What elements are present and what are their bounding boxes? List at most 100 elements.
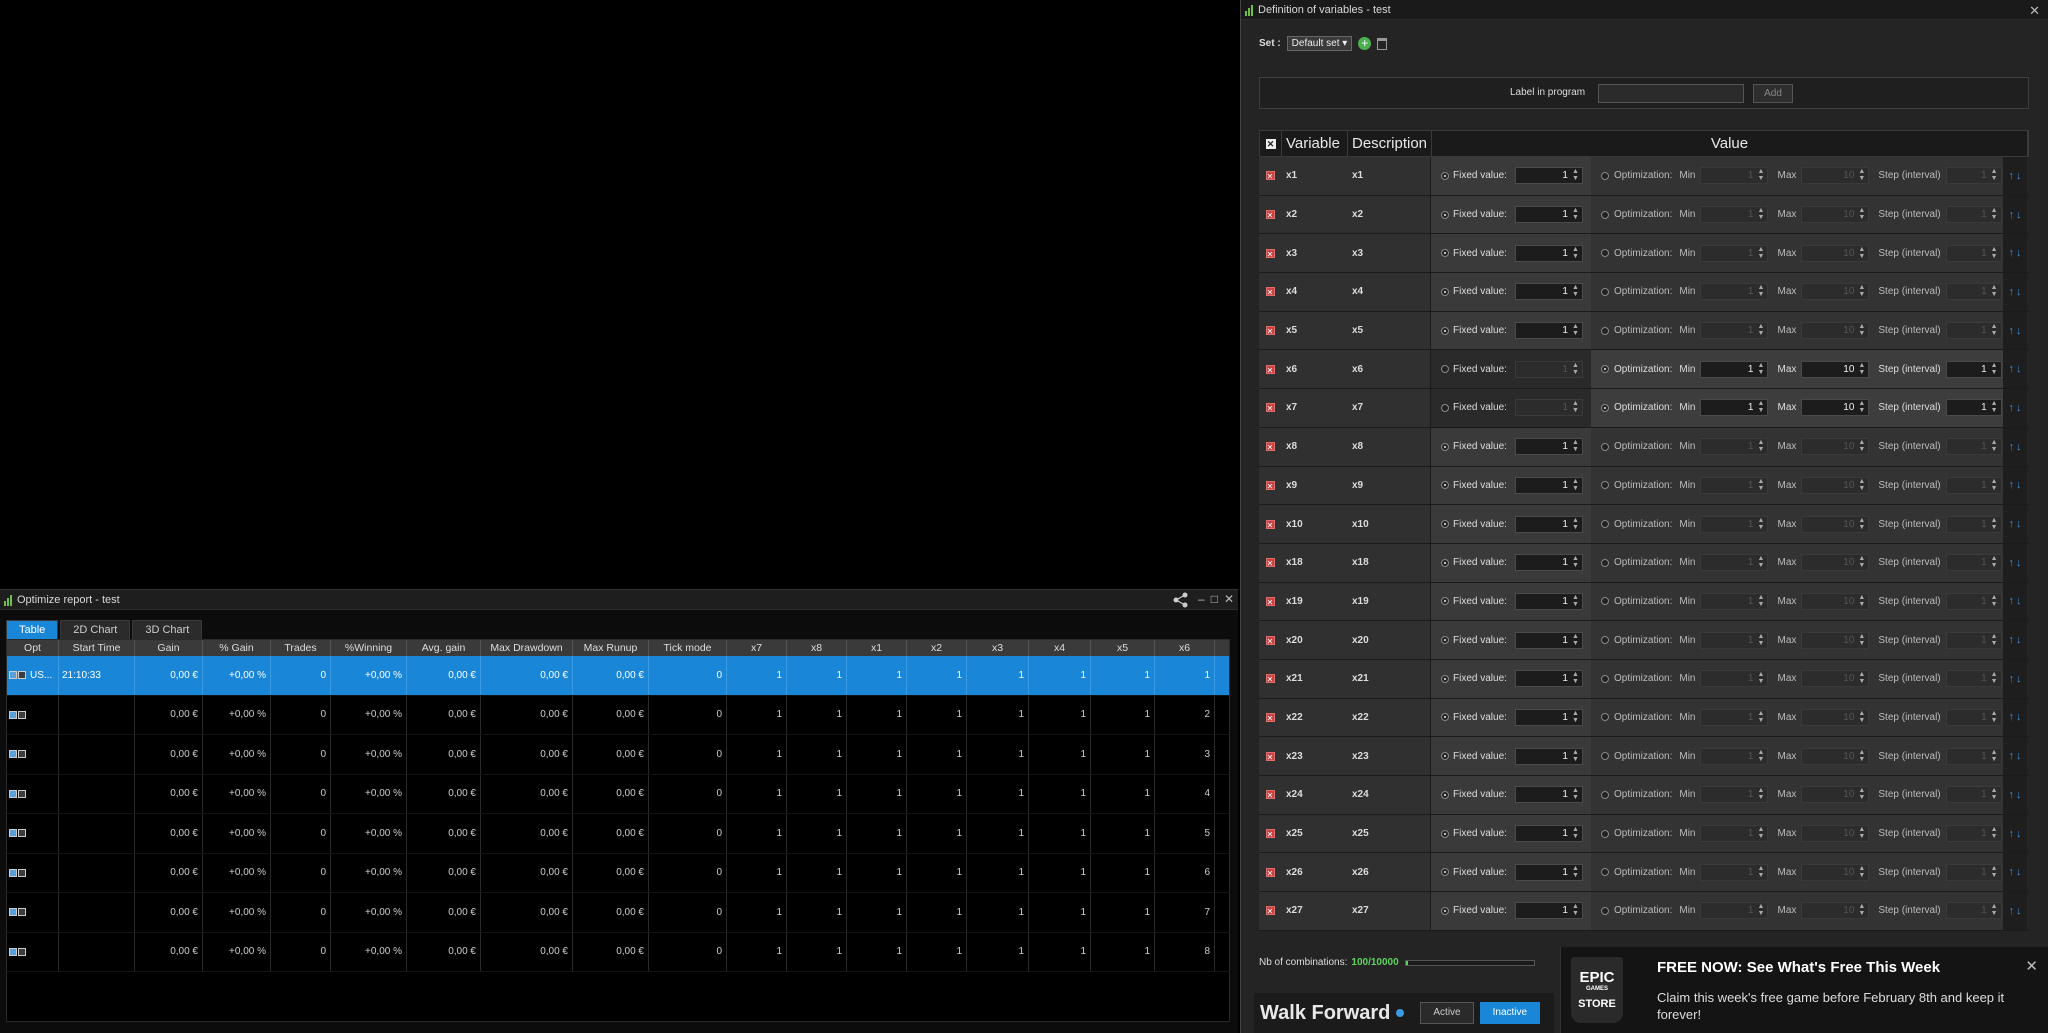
column-header[interactable]: Start Time <box>59 640 135 656</box>
fixed-value-radio[interactable] <box>1441 520 1449 529</box>
variable-description[interactable]: x21 <box>1347 659 1431 698</box>
walk-forward-active-button[interactable]: Active <box>1420 1002 1474 1024</box>
step-input[interactable]: 1 ▲ ▼ <box>1945 244 2002 262</box>
spinner-icon[interactable]: ▲ ▼ <box>1570 284 1581 299</box>
optimization-radio[interactable] <box>1601 713 1609 722</box>
spinner-icon[interactable]: ▲ ▼ <box>1989 865 2000 880</box>
spinner-icon[interactable]: ▲ ▼ <box>1856 671 1867 686</box>
spinner-icon[interactable]: ▲ ▼ <box>1570 439 1581 454</box>
move-up-icon[interactable]: ↑ <box>2009 866 2015 878</box>
fixed-value-radio[interactable] <box>1441 326 1449 335</box>
spinner-icon[interactable]: ▲ ▼ <box>1755 787 1766 802</box>
spinner-icon[interactable]: ▲ ▼ <box>1755 168 1766 183</box>
spinner-icon[interactable]: ▲ ▼ <box>1755 710 1766 725</box>
fixed-value-radio[interactable] <box>1441 403 1449 412</box>
min-input[interactable]: 1 ▲ ▼ <box>1700 322 1769 340</box>
fixed-value-radio[interactable] <box>1441 210 1449 219</box>
step-input[interactable]: 1 ▲ ▼ <box>1945 322 2002 340</box>
max-input[interactable]: 10 ▲ ▼ <box>1801 438 1870 456</box>
spinner-icon[interactable]: ▲ ▼ <box>1989 362 2000 377</box>
min-input[interactable]: 1 ▲ ▼ <box>1700 399 1769 417</box>
spinner-icon[interactable]: ▲ ▼ <box>1856 284 1867 299</box>
column-header[interactable]: Avg. gain <box>407 640 481 656</box>
variable-description[interactable]: x22 <box>1347 698 1431 737</box>
optimization-radio[interactable] <box>1601 636 1609 645</box>
fixed-value-input[interactable]: 1 ▲ ▼ <box>1514 167 1583 185</box>
move-down-icon[interactable]: ↓ <box>2016 209 2022 221</box>
delete-variable-icon[interactable]: ✕ <box>1265 712 1275 723</box>
min-input[interactable]: 1 ▲ ▼ <box>1700 631 1769 649</box>
table-row[interactable]: 0,00 € +0,00 % 0 +0,00 % 0,00 €0,00 €0,00 €0… <box>7 695 1229 735</box>
spinner-icon[interactable]: ▲ ▼ <box>1755 671 1766 686</box>
max-input[interactable]: 10 ▲ ▼ <box>1801 360 1870 378</box>
table-row[interactable]: 0,00 € +0,00 % 0 +0,00 % 0,00 €0,00 €0,00 €0… <box>7 774 1229 814</box>
step-input[interactable]: 1 ▲ ▼ <box>1945 206 2002 224</box>
move-up-icon[interactable]: ↑ <box>2009 402 2015 414</box>
max-input[interactable]: 10 ▲ ▼ <box>1801 670 1870 688</box>
maximize-icon[interactable]: □ <box>1211 592 1218 606</box>
move-down-icon[interactable]: ↓ <box>2016 595 2022 607</box>
variable-description[interactable]: x27 <box>1347 892 1431 930</box>
delete-variable-icon[interactable]: ✕ <box>1265 519 1275 530</box>
optimization-radio[interactable] <box>1601 906 1609 915</box>
step-input[interactable]: 1 ▲ ▼ <box>1945 786 2002 804</box>
min-input[interactable]: 1 ▲ ▼ <box>1700 167 1769 185</box>
fixed-value-radio[interactable] <box>1441 558 1449 567</box>
min-input[interactable]: 1 ▲ ▼ <box>1700 786 1769 804</box>
spinner-icon[interactable]: ▲ ▼ <box>1856 826 1867 841</box>
fixed-value-radio[interactable] <box>1441 597 1449 606</box>
max-input[interactable]: 10 ▲ ▼ <box>1801 476 1870 494</box>
spinner-icon[interactable]: ▲ ▼ <box>1755 439 1766 454</box>
fixed-value-input[interactable]: 1 ▲ ▼ <box>1514 708 1583 726</box>
move-down-icon[interactable]: ↓ <box>2016 711 2022 723</box>
fixed-value-radio[interactable] <box>1441 249 1449 258</box>
delete-variable-icon[interactable]: ✕ <box>1265 210 1275 220</box>
min-input[interactable]: 1 ▲ ▼ <box>1700 206 1769 224</box>
fixed-value-input[interactable]: 1 ▲ ▼ <box>1514 244 1583 262</box>
spinner-icon[interactable]: ▲ ▼ <box>1570 787 1581 802</box>
move-up-icon[interactable]: ↑ <box>2009 711 2015 723</box>
fixed-value-radio[interactable] <box>1441 790 1449 799</box>
delete-variable-icon[interactable]: ✕ <box>1265 674 1275 684</box>
variable-description[interactable]: x7 <box>1347 389 1431 427</box>
step-input[interactable]: 1 ▲ ▼ <box>1945 360 2002 378</box>
move-up-icon[interactable]: ↑ <box>2009 750 2015 762</box>
move-down-icon[interactable]: ↓ <box>2016 325 2022 337</box>
fixed-value-radio[interactable] <box>1441 906 1449 915</box>
fixed-value-input[interactable]: 1 ▲ ▼ <box>1514 631 1583 649</box>
fixed-value-input[interactable]: 1 ▲ ▼ <box>1514 786 1583 804</box>
min-input[interactable]: 1 ▲ ▼ <box>1700 283 1769 301</box>
tab-table[interactable]: Table <box>6 620 59 639</box>
spinner-icon[interactable]: ▲ ▼ <box>1570 903 1581 918</box>
add-set-icon[interactable]: + <box>1358 37 1372 50</box>
optimization-radio[interactable] <box>1601 171 1609 180</box>
variable-description[interactable]: x20 <box>1347 621 1431 659</box>
variable-description[interactable]: x8 <box>1347 427 1431 466</box>
delete-variable-icon[interactable]: ✕ <box>1265 867 1275 878</box>
spinner-icon[interactable]: ▲ ▼ <box>1856 633 1867 648</box>
spinner-icon[interactable]: ▲ ▼ <box>1989 246 2000 261</box>
report-icon[interactable] <box>18 868 26 877</box>
spinner-icon[interactable]: ▲ ▼ <box>1856 168 1867 183</box>
spinner-icon[interactable]: ▲ ▼ <box>1755 555 1766 570</box>
optimization-radio[interactable] <box>1601 674 1609 683</box>
spinner-icon[interactable]: ▲ ▼ <box>1856 787 1867 802</box>
step-input[interactable]: 1 ▲ ▼ <box>1945 554 2002 572</box>
column-header[interactable]: x7 <box>727 640 787 656</box>
column-header[interactable]: Max Runup <box>573 640 649 656</box>
spinner-icon[interactable]: ▲ ▼ <box>1856 517 1867 532</box>
fixed-value-input[interactable]: 1 ▲ ▼ <box>1514 902 1583 920</box>
min-input[interactable]: 1 ▲ ▼ <box>1700 863 1769 881</box>
min-input[interactable]: 1 ▲ ▼ <box>1700 244 1769 262</box>
max-input[interactable]: 10 ▲ ▼ <box>1801 747 1870 765</box>
move-down-icon[interactable]: ↓ <box>2016 828 2022 840</box>
variable-description[interactable]: x1 <box>1347 157 1431 195</box>
walk-forward-inactive-button[interactable]: Inactive <box>1479 1002 1541 1024</box>
max-input[interactable]: 10 ▲ ▼ <box>1801 399 1870 417</box>
spinner-icon[interactable]: ▲ ▼ <box>1989 168 2000 183</box>
min-input[interactable]: 1 ▲ ▼ <box>1700 438 1769 456</box>
max-input[interactable]: 10 ▲ ▼ <box>1801 863 1870 881</box>
variable-description[interactable]: x24 <box>1347 776 1431 814</box>
spinner-icon[interactable]: ▲ ▼ <box>1570 400 1581 415</box>
report-icon[interactable] <box>18 908 26 917</box>
